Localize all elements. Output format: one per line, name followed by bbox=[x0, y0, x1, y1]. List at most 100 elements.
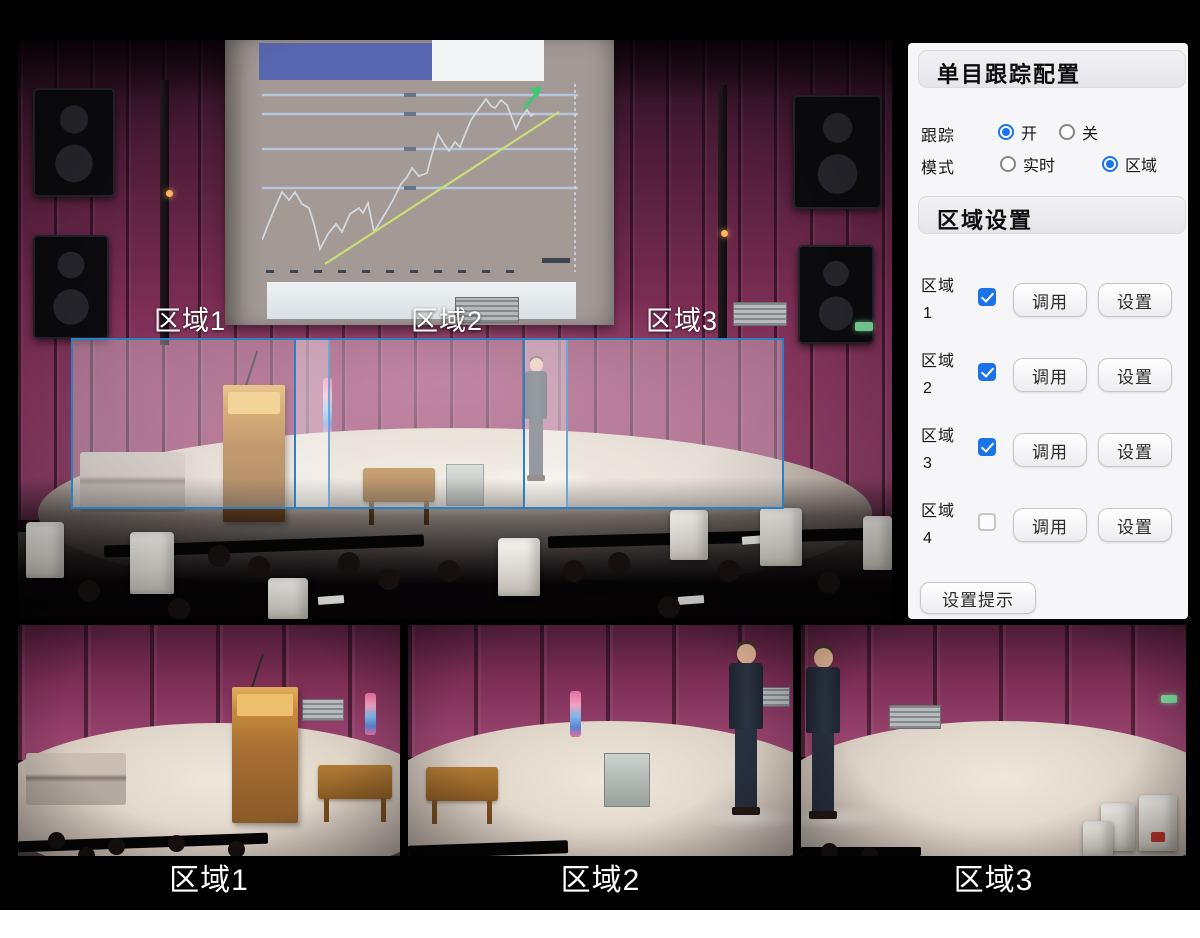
region-4-set-button[interactable]: 设置 bbox=[1098, 508, 1172, 542]
colored-pole bbox=[365, 693, 376, 735]
region-row-3-number: 3 bbox=[923, 455, 932, 473]
slide-blue-block bbox=[259, 43, 432, 80]
audience-head bbox=[658, 596, 680, 618]
audience-head bbox=[108, 838, 125, 855]
speaker-box bbox=[33, 235, 109, 339]
paper-bag bbox=[498, 538, 540, 596]
audience-head bbox=[563, 560, 585, 582]
audience-head bbox=[168, 835, 185, 852]
audience-head bbox=[248, 556, 270, 578]
audience-head bbox=[818, 572, 840, 594]
region-2-set-button[interactable]: 设置 bbox=[1098, 358, 1172, 392]
stage-light bbox=[166, 190, 173, 197]
audience-head bbox=[718, 560, 740, 582]
region-1-checkbox[interactable] bbox=[978, 288, 996, 306]
floor-box bbox=[604, 753, 650, 807]
region-3-call-button[interactable]: 调用 bbox=[1013, 433, 1087, 467]
radio-mode-realtime-label: 实时 bbox=[1023, 152, 1055, 176]
main-camera-view[interactable]: 区域1 区域2 区域3 bbox=[18, 40, 892, 619]
region-row-3-name: 区域 bbox=[921, 422, 955, 446]
region-overlay-label-1: 区域1 bbox=[154, 306, 226, 336]
wall-vent bbox=[302, 699, 344, 721]
stage-table bbox=[426, 767, 498, 801]
audience-head bbox=[821, 843, 838, 856]
region-overlay-label-2: 区域2 bbox=[411, 306, 483, 336]
region-row-4-name: 区域 bbox=[921, 497, 955, 521]
radio-mode-region-label: 区域 bbox=[1125, 152, 1157, 176]
mode-label: 模式 bbox=[921, 154, 955, 178]
wall-vent bbox=[889, 705, 941, 729]
paper-bag bbox=[268, 578, 308, 619]
tracking-option-off[interactable]: 关 bbox=[1059, 120, 1098, 144]
speaker-box bbox=[793, 95, 882, 209]
region-3-set-button[interactable]: 设置 bbox=[1098, 433, 1172, 467]
region-1-call-button[interactable]: 调用 bbox=[1013, 283, 1087, 317]
presenter-figure bbox=[724, 641, 768, 817]
region-3-checkbox[interactable] bbox=[978, 438, 996, 456]
radio-mode-realtime[interactable] bbox=[1000, 156, 1016, 172]
radio-mode-region[interactable] bbox=[1102, 156, 1118, 172]
thumbnail-region-3 bbox=[801, 625, 1186, 856]
colored-pole bbox=[570, 691, 581, 737]
paper-bag bbox=[130, 532, 174, 594]
region-row-1-number: 1 bbox=[923, 305, 932, 323]
region-row-4-number: 4 bbox=[923, 530, 932, 548]
panel-title: 单目跟踪配置 bbox=[937, 57, 1185, 89]
paper-bag bbox=[1139, 795, 1177, 851]
region-overlay-1[interactable] bbox=[71, 338, 330, 509]
region-4-call-button[interactable]: 调用 bbox=[1013, 508, 1087, 542]
audience-head bbox=[208, 545, 230, 567]
region-2-checkbox[interactable] bbox=[978, 363, 996, 381]
speaker-box bbox=[33, 88, 115, 197]
app-root: 区域1 区域2 区域3 单目跟踪配置 跟踪 开 关 模式 实时 区域 区域设置 bbox=[0, 0, 1200, 938]
paper-bag bbox=[26, 522, 64, 578]
tracking-config-panel: 单目跟踪配置 跟踪 开 关 模式 实时 区域 区域设置 区域 1 调用 设置 bbox=[908, 43, 1188, 619]
region-4-checkbox[interactable] bbox=[978, 513, 996, 531]
set-hint-button[interactable]: 设置提示 bbox=[920, 582, 1036, 614]
projection-screen bbox=[225, 40, 614, 325]
exit-sign bbox=[855, 322, 873, 331]
stage-steps bbox=[26, 753, 126, 805]
stage-light bbox=[721, 230, 728, 237]
region-1-set-button[interactable]: 设置 bbox=[1098, 283, 1172, 317]
region-2-call-button[interactable]: 调用 bbox=[1013, 358, 1087, 392]
slide-line-chart bbox=[262, 82, 578, 277]
tracking-label: 跟踪 bbox=[921, 122, 955, 146]
audience-head bbox=[168, 598, 190, 619]
radio-tracking-on-label: 开 bbox=[1021, 120, 1037, 144]
radio-tracking-off[interactable] bbox=[1059, 124, 1075, 140]
slide-white-block bbox=[432, 40, 544, 81]
thumbnail-label-2: 区域2 bbox=[408, 862, 793, 900]
audience-head bbox=[78, 580, 100, 602]
region-row-1-name: 区域 bbox=[921, 272, 955, 296]
mode-option-region[interactable]: 区域 bbox=[1102, 152, 1157, 176]
audience-head bbox=[228, 841, 245, 856]
audience-head bbox=[48, 832, 65, 849]
paper-bag bbox=[670, 510, 708, 560]
audience-head bbox=[608, 552, 630, 574]
presenter-figure bbox=[801, 645, 845, 821]
paper-bag bbox=[1083, 821, 1113, 856]
thumbnail-label-1: 区域1 bbox=[18, 862, 400, 900]
red-object bbox=[1151, 832, 1165, 842]
region-row-2-number: 2 bbox=[923, 380, 932, 398]
region-row-2-name: 区域 bbox=[921, 347, 955, 371]
region-overlay-label-3: 区域3 bbox=[646, 306, 718, 336]
lectern bbox=[232, 687, 298, 823]
thumbnail-region-2 bbox=[408, 625, 793, 856]
audience-head bbox=[378, 568, 400, 590]
region-overlay-3[interactable] bbox=[523, 338, 784, 509]
tracking-option-on[interactable]: 开 bbox=[998, 120, 1037, 144]
audience-head bbox=[338, 552, 360, 574]
audience-head bbox=[438, 560, 460, 582]
stage-table bbox=[318, 765, 392, 799]
panel-title-bar: 单目跟踪配置 bbox=[918, 50, 1186, 88]
region-section-title: 区域设置 bbox=[937, 203, 1185, 235]
paper-bag bbox=[760, 508, 802, 566]
radio-tracking-on[interactable] bbox=[998, 124, 1014, 140]
mode-option-realtime[interactable]: 实时 bbox=[1000, 152, 1055, 176]
paper-bag bbox=[863, 516, 892, 570]
radio-tracking-off-label: 关 bbox=[1082, 120, 1098, 144]
exit-sign bbox=[1161, 695, 1177, 703]
wall-vent bbox=[733, 302, 787, 326]
